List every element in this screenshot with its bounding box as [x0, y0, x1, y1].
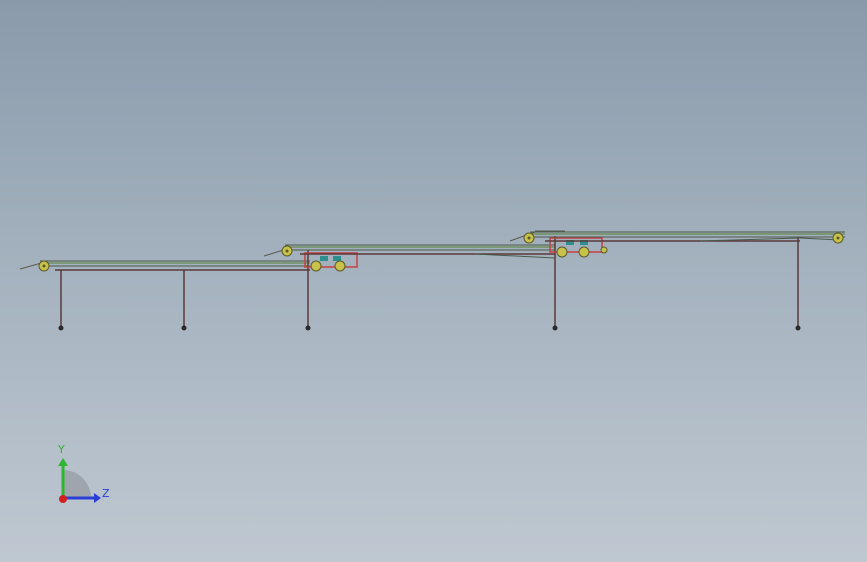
leg-foot	[181, 325, 187, 331]
tail-pulley-hub	[42, 264, 46, 268]
coordinate-triad-icon	[58, 458, 101, 503]
drive-roller	[310, 260, 322, 272]
head-pulley-hub	[836, 236, 840, 240]
conveyor-section-2[interactable]	[263, 236, 608, 331]
tail-pulley-hub	[285, 249, 289, 253]
x-axis-dot	[59, 495, 67, 503]
z-axis-label: Z	[102, 487, 110, 500]
conveyor-section-3[interactable]	[509, 230, 845, 331]
conveyor-section-1[interactable]	[19, 250, 358, 331]
drive-roller	[578, 246, 590, 258]
coordinate-triad: Y Z	[45, 440, 125, 520]
leg-foot	[795, 325, 801, 331]
drive-roller	[334, 260, 346, 272]
cad-viewport[interactable]: Y Z	[0, 0, 867, 562]
drive-roller	[600, 246, 608, 254]
z-axis-arrowhead	[94, 493, 101, 503]
conveyor-model[interactable]	[0, 0, 867, 562]
leg-foot	[58, 325, 64, 331]
drive-motor	[320, 256, 328, 261]
y-axis-arrowhead	[58, 458, 68, 466]
leg-foot	[305, 325, 311, 331]
drive-motor	[333, 256, 341, 261]
y-axis-label: Y	[58, 443, 65, 456]
leg-foot	[552, 325, 558, 331]
tail-pulley-hub	[527, 236, 531, 240]
triad-plane	[63, 470, 91, 498]
drive-roller	[556, 246, 568, 258]
